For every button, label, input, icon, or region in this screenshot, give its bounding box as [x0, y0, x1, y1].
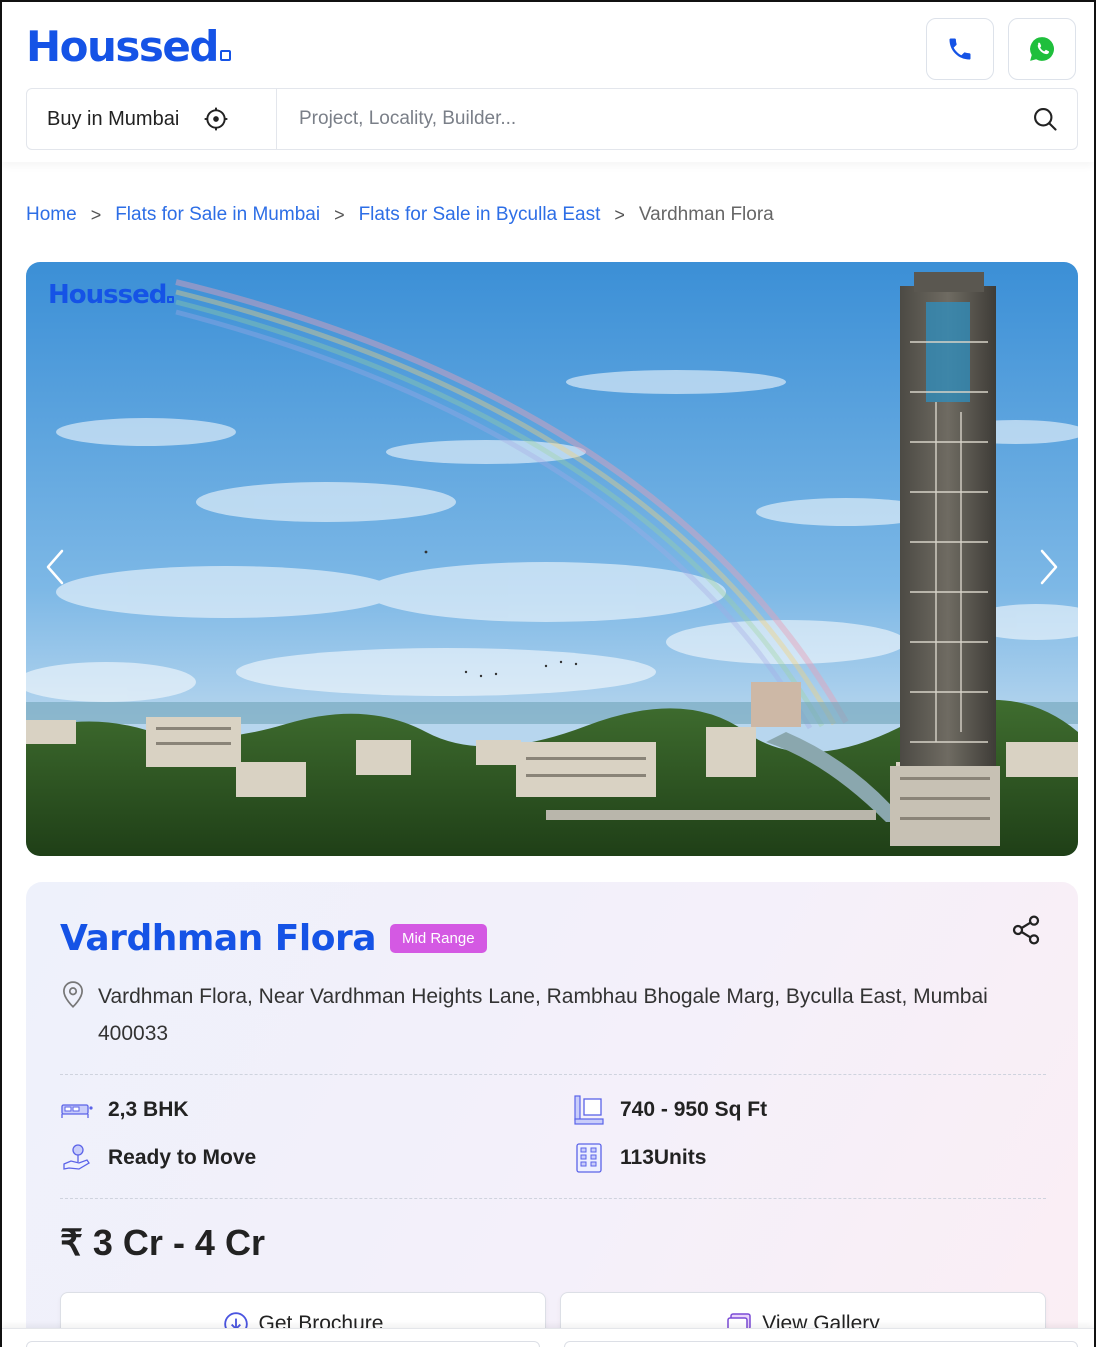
- sticky-action-left[interactable]: [26, 1341, 540, 1347]
- project-summary-card: Vardhman Flora Mid Range Vardhman Flora,…: [26, 882, 1078, 1347]
- phone-icon: [949, 38, 971, 60]
- whatsapp-icon: [1030, 37, 1054, 61]
- brand-logo[interactable]: Houssed: [26, 22, 231, 71]
- spec-configuration: 2,3 BHK: [60, 1094, 189, 1126]
- breadcrumb-separator: >: [90, 204, 102, 225]
- breadcrumb-current: Vardhman Flora: [638, 204, 774, 225]
- spec-configuration-value: 2,3 BHK: [108, 1098, 189, 1121]
- building-icon: [572, 1142, 606, 1174]
- location-pin-icon: [63, 981, 83, 1008]
- watermark-house-mark: [167, 296, 175, 303]
- city-selector-label: Buy in Mumbai: [47, 107, 180, 130]
- breadcrumb: Home > Flats for Sale in Mumbai > Flats …: [26, 204, 774, 226]
- price-range: ₹ 3 Cr - 4 Cr: [60, 1222, 265, 1263]
- project-image-carousel[interactable]: Houssed: [26, 262, 1078, 856]
- search-bar: Buy in Mumbai: [26, 88, 1078, 150]
- project-render-image: [26, 262, 1078, 856]
- project-address: Vardhman Flora, Near Vardhman Heights La…: [60, 978, 1020, 1052]
- spec-possession-status-value: Ready to Move: [108, 1146, 257, 1169]
- section-divider: [60, 1198, 1046, 1199]
- floor-plan-icon: [572, 1094, 606, 1126]
- search-icon: [1034, 108, 1057, 131]
- breadcrumb-separator: >: [614, 204, 625, 225]
- chevron-left-icon: [46, 549, 64, 585]
- section-divider: [60, 1074, 1046, 1075]
- call-button[interactable]: [926, 18, 994, 80]
- project-address-text: Vardhman Flora, Near Vardhman Heights La…: [98, 985, 988, 1045]
- price-segment-badge: Mid Range: [390, 924, 487, 953]
- breadcrumb-separator: >: [334, 204, 345, 225]
- breadcrumb-flats-byculla[interactable]: Flats for Sale in Byculla East: [359, 204, 601, 226]
- logo-house-mark: [219, 50, 231, 61]
- sticky-action-right[interactable]: [564, 1341, 1078, 1347]
- locate-icon[interactable]: [203, 106, 229, 132]
- whatsapp-button[interactable]: [1008, 18, 1076, 80]
- page-frame: Houssed Buy in Mumbai Project, Locality,…: [0, 0, 1096, 1347]
- spec-units: 113Units: [572, 1142, 706, 1174]
- project-title: Vardhman Flora: [60, 918, 377, 959]
- project-title-row: Vardhman Flora Mid Range: [60, 918, 487, 959]
- key-hand-icon: [60, 1142, 94, 1174]
- city-selector[interactable]: Buy in Mumbai: [27, 89, 277, 149]
- chevron-right-icon: [1040, 549, 1058, 585]
- carousel-prev-button[interactable]: [40, 547, 70, 587]
- brand-logo-text: Houssed: [26, 22, 219, 71]
- search-button[interactable]: [1013, 89, 1077, 149]
- spec-area: 740 - 950 Sq Ft: [572, 1094, 767, 1126]
- sticky-bottom-bar: [2, 1328, 1094, 1347]
- carousel-next-button[interactable]: [1034, 547, 1064, 587]
- site-header: Houssed Buy in Mumbai: [2, 2, 1094, 162]
- spec-area-value: 740 - 950 Sq Ft: [620, 1098, 768, 1121]
- breadcrumb-home[interactable]: Home: [26, 204, 77, 226]
- share-icon[interactable]: [1010, 914, 1042, 946]
- image-watermark-text: Houssed: [48, 280, 167, 310]
- breadcrumb-flats-mumbai[interactable]: Flats for Sale in Mumbai: [115, 204, 320, 226]
- bed-icon: [60, 1094, 94, 1126]
- search-input[interactable]: [277, 89, 1013, 149]
- spec-units-value: 113Units: [620, 1146, 707, 1169]
- spec-possession-status: Ready to Move: [60, 1142, 256, 1174]
- image-watermark: Houssed: [48, 280, 175, 310]
